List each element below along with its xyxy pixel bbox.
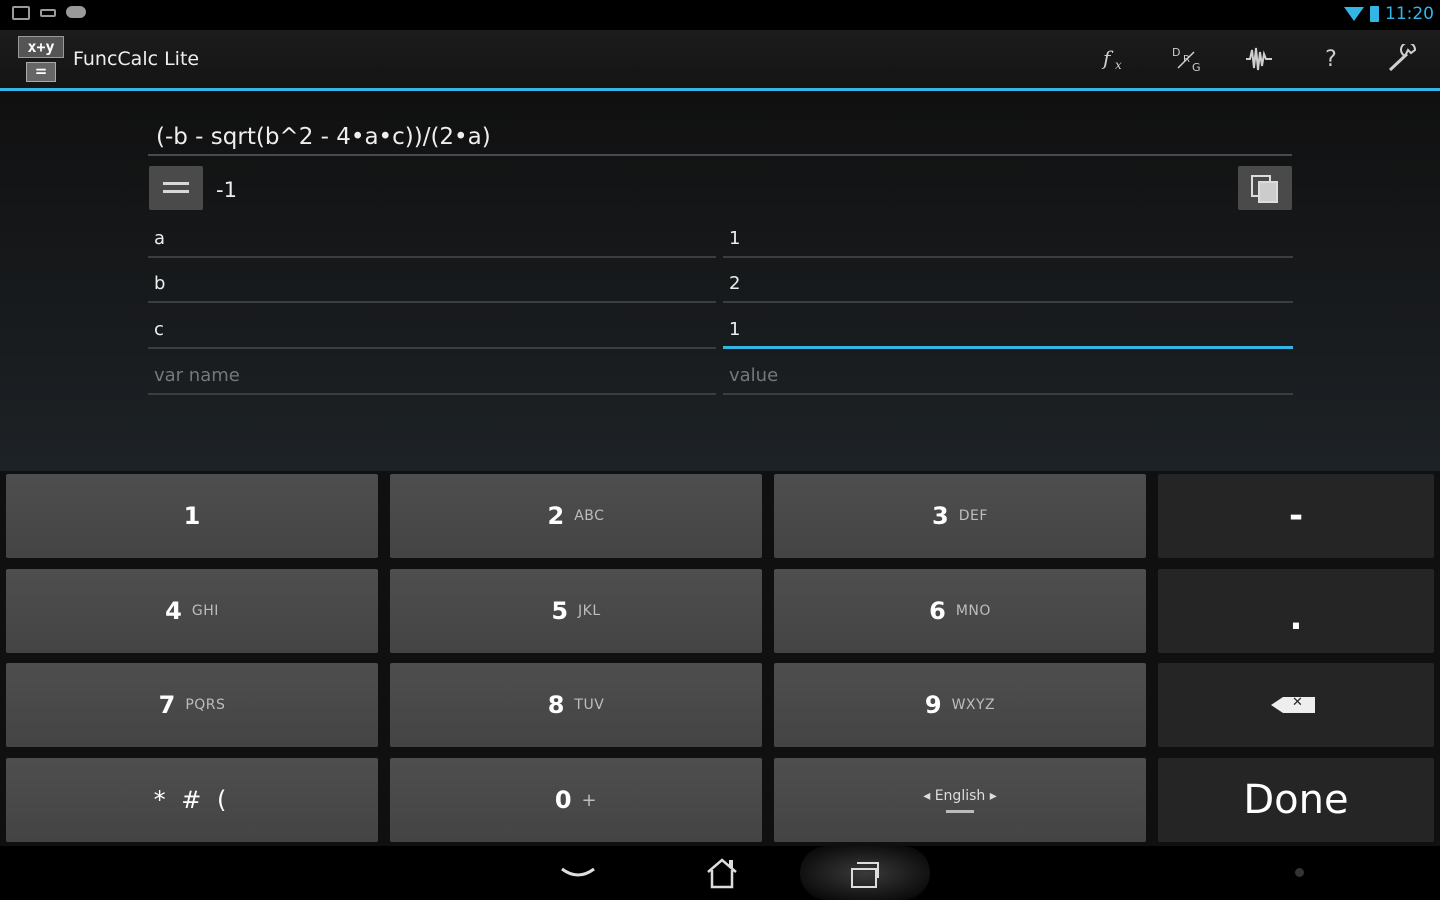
key-label: 8	[547, 691, 565, 719]
settings-wrench-icon[interactable]	[1386, 42, 1420, 76]
key-0[interactable]: 0 +	[390, 758, 762, 842]
key-7[interactable]: 7 PQRS	[6, 663, 378, 747]
evaluate-button[interactable]	[149, 166, 203, 210]
notification-icons	[12, 6, 86, 20]
waveform-icon[interactable]	[1242, 42, 1276, 76]
key-sublabel: +	[581, 789, 598, 811]
var-value-field[interactable]: 2	[723, 269, 1293, 303]
key-minus[interactable]: -	[1158, 474, 1434, 558]
key-label: 3	[932, 502, 949, 530]
degrees-icon[interactable]: DRG	[1170, 42, 1204, 76]
navigation-bar	[0, 846, 1440, 900]
battery-icon	[1370, 6, 1379, 22]
numeric-keyboard: 1 2 ABC 3 DEF - 4 GHI 5 JKL 6 MNO . 7 PQ…	[0, 471, 1440, 846]
copy-result-button[interactable]	[1238, 166, 1292, 210]
key-sublabel: TUV	[574, 697, 605, 713]
expression-input[interactable]: (-b - sqrt(b^2 - 4•a•c))/(2•a)	[148, 116, 1292, 156]
copy-icon-front	[1258, 181, 1278, 203]
help-icon[interactable]: ?	[1314, 42, 1348, 76]
key-5[interactable]: 5 JKL	[390, 569, 762, 653]
var-value-field-active[interactable]: 1	[723, 315, 1293, 349]
key-sublabel: JKL	[578, 603, 601, 619]
key-label: 1	[183, 502, 201, 530]
key-label: 5	[551, 597, 569, 625]
app-logo-icon[interactable]: x+y =	[18, 36, 64, 82]
key-label: -	[1288, 496, 1304, 536]
key-2[interactable]: 2 ABC	[390, 474, 762, 558]
key-8[interactable]: 8 TUV	[390, 663, 762, 747]
home-icon[interactable]	[700, 846, 744, 900]
key-sublabel: GHI	[191, 603, 219, 619]
wifi-icon	[1344, 7, 1364, 21]
svg-text:f: f	[1101, 46, 1114, 70]
svg-text:x: x	[1115, 58, 1122, 72]
key-label: 6	[929, 597, 946, 625]
var-value-field[interactable]: 1	[723, 224, 1293, 258]
key-9[interactable]: 9 WXYZ	[774, 663, 1146, 747]
key-3[interactable]: 3 DEF	[774, 474, 1146, 558]
svg-text:R: R	[1183, 54, 1190, 65]
new-var-name-input[interactable]: var name	[148, 361, 716, 395]
action-bar-buttons: fx DRG ?	[1098, 42, 1420, 76]
key-sublabel: DEF	[958, 508, 988, 524]
key-label: 7	[158, 691, 176, 719]
cloud-notification-icon	[66, 6, 86, 18]
equals-icon-top	[163, 182, 189, 185]
svg-text:G: G	[1192, 61, 1201, 74]
equals-icon-bottom	[163, 190, 189, 193]
clock: 11:20	[1385, 4, 1434, 24]
function-icon[interactable]: fx	[1098, 42, 1132, 76]
system-icons: 11:20	[1344, 4, 1434, 24]
key-sublabel: PQRS	[185, 697, 226, 713]
key-6[interactable]: 6 MNO	[774, 569, 1146, 653]
action-bar: x+y = FuncCalc Lite fx DRG ?	[0, 30, 1440, 91]
app-title: FuncCalc Lite	[73, 48, 200, 70]
spacebar-icon	[945, 809, 974, 813]
var-name-field[interactable]: a	[148, 224, 716, 258]
app-logo-top: x+y	[18, 36, 64, 58]
key-sublabel: ABC	[574, 508, 605, 524]
key-language[interactable]: ◂ English ▸	[774, 758, 1146, 842]
recent-box-front	[857, 862, 879, 878]
key-label: 0	[554, 786, 572, 814]
var-name-field[interactable]: c	[148, 315, 716, 349]
app-logo-bottom: =	[26, 62, 56, 82]
key-symbols[interactable]: * # (	[6, 758, 378, 842]
key-label: 9	[924, 691, 942, 719]
key-label: * # (	[153, 786, 231, 814]
key-1[interactable]: 1	[6, 474, 378, 558]
new-var-value-input[interactable]: value	[723, 361, 1293, 395]
var-name-field[interactable]: b	[148, 269, 716, 303]
result-value: -1	[216, 178, 237, 202]
key-done[interactable]: Done	[1158, 758, 1434, 842]
key-sublabel: MNO	[955, 603, 991, 619]
key-4[interactable]: 4 GHI	[6, 569, 378, 653]
language-switch: ◂ English ▸	[923, 788, 997, 813]
key-label: 2	[547, 502, 565, 530]
key-sublabel: WXYZ	[951, 697, 996, 713]
keyboard-notification-icon	[40, 9, 56, 17]
screenshot-notification-icon	[12, 6, 30, 20]
key-dot[interactable]: .	[1158, 569, 1434, 653]
key-label: .	[1289, 598, 1303, 638]
status-bar: 11:20	[0, 0, 1440, 30]
backspace-icon	[1271, 695, 1315, 713]
recent-apps-icon[interactable]	[845, 846, 885, 900]
key-backspace[interactable]	[1158, 663, 1434, 747]
calculator-panel: (-b - sqrt(b^2 - 4•a•c))/(2•a) -1 a 1 b …	[0, 91, 1440, 471]
svg-text:D: D	[1172, 46, 1180, 59]
key-label: Done	[1243, 777, 1349, 823]
back-down-icon[interactable]	[555, 846, 601, 900]
language-label: ◂ English ▸	[923, 787, 997, 804]
key-label: 4	[165, 597, 182, 625]
menu-dot-icon	[1295, 868, 1304, 877]
